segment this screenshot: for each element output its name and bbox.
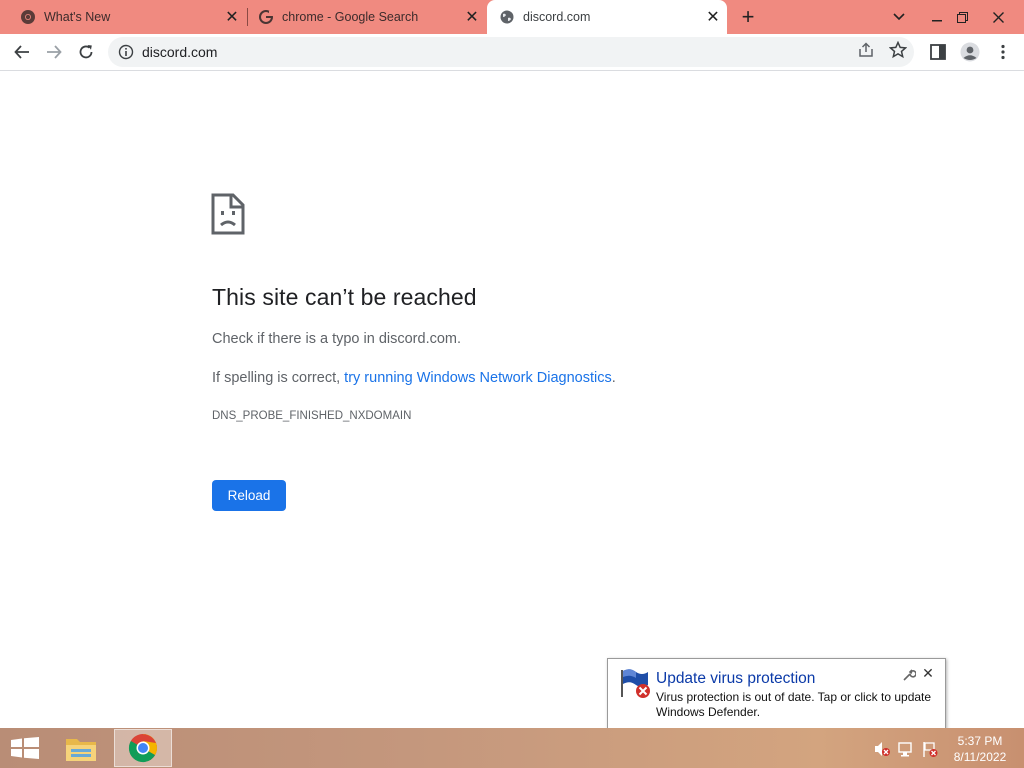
volume-muted-icon[interactable] (873, 740, 891, 758)
star-icon[interactable] (889, 41, 907, 59)
reload-button[interactable]: Reload (212, 480, 286, 511)
notification-title: Update virus protection (656, 670, 816, 687)
close-icon[interactable]: ✕ (920, 665, 936, 681)
error-hint-typo: Check if there is a typo in discord.com. (212, 331, 462, 347)
hint-suffix: . (611, 370, 616, 386)
folder-icon (66, 739, 96, 761)
tab-strip: What's New ✕ chrome - Google Search ✕ di… (0, 0, 1024, 34)
address-bar[interactable]: discord.com (108, 37, 914, 67)
new-tab-button[interactable]: + (736, 4, 760, 29)
tab-google-search[interactable]: chrome - Google Search ✕ (238, 0, 486, 34)
tab-discord[interactable]: discord.com ✕ (487, 0, 727, 34)
profile-icon[interactable] (960, 42, 980, 62)
action-center-flag-icon (621, 669, 650, 698)
chrome-icon (128, 734, 157, 763)
clock-date: 8/11/2022 (953, 750, 1007, 764)
close-icon (992, 11, 1004, 23)
tab-search-button[interactable] (882, 0, 916, 34)
wrench-icon[interactable] (902, 668, 916, 682)
tab-whats-new[interactable]: What's New ✕ (0, 0, 246, 34)
google-icon (259, 10, 274, 24)
hint-prefix: If spelling is correct, (212, 370, 345, 386)
tab-title: chrome - Google Search (282, 10, 419, 24)
system-clock[interactable]: 5:37 PM 8/11/2022 (948, 733, 1012, 765)
reload-page-button[interactable] (72, 38, 100, 66)
error-title: This site can’t be reached (212, 284, 477, 310)
clock-time: 5:37 PM (957, 734, 1003, 748)
restore-button[interactable] (945, 0, 979, 34)
globe-icon (500, 10, 514, 24)
forward-button[interactable] (40, 38, 68, 66)
tab-title: discord.com (523, 10, 591, 24)
network-diagnostics-link[interactable]: try running Windows Network Diagnostics (344, 370, 612, 386)
taskbar (0, 728, 1024, 768)
chrome-icon (21, 10, 35, 24)
address-url: discord.com (142, 44, 218, 60)
refresh-icon (79, 45, 93, 59)
action-center-flag-icon[interactable] (921, 740, 939, 758)
restore-icon (956, 11, 968, 23)
more-menu-icon[interactable] (994, 43, 1012, 61)
network-icon[interactable] (897, 740, 915, 758)
defender-notification[interactable]: Update virus protection Virus protection… (607, 658, 946, 729)
minimize-icon (932, 20, 942, 22)
windows-start-icon[interactable] (10, 737, 40, 759)
close-tab-icon[interactable]: ✕ (703, 7, 723, 27)
info-icon[interactable] (118, 44, 134, 60)
tab-title: What's New (44, 10, 111, 24)
browser-toolbar: discord.com (0, 34, 1024, 71)
close-tab-icon[interactable]: ✕ (462, 7, 482, 27)
notification-body: Virus protection is out of date. Tap or … (656, 690, 932, 719)
side-panel-icon[interactable] (929, 43, 947, 61)
back-button[interactable] (8, 38, 36, 66)
arrow-left-icon (14, 45, 29, 59)
file-explorer-taskbar-button[interactable] (52, 729, 110, 767)
arrow-right-icon (47, 45, 62, 59)
chevron-down-icon (893, 13, 905, 21)
share-icon[interactable] (857, 41, 875, 59)
chrome-taskbar-button[interactable] (114, 729, 172, 767)
error-code: DNS_PROBE_FINISHED_NXDOMAIN (212, 410, 412, 422)
sad-page-icon (211, 193, 245, 235)
error-hint-diagnostics: If spelling is correct, try running Wind… (212, 370, 616, 386)
close-window-button[interactable] (981, 0, 1015, 34)
